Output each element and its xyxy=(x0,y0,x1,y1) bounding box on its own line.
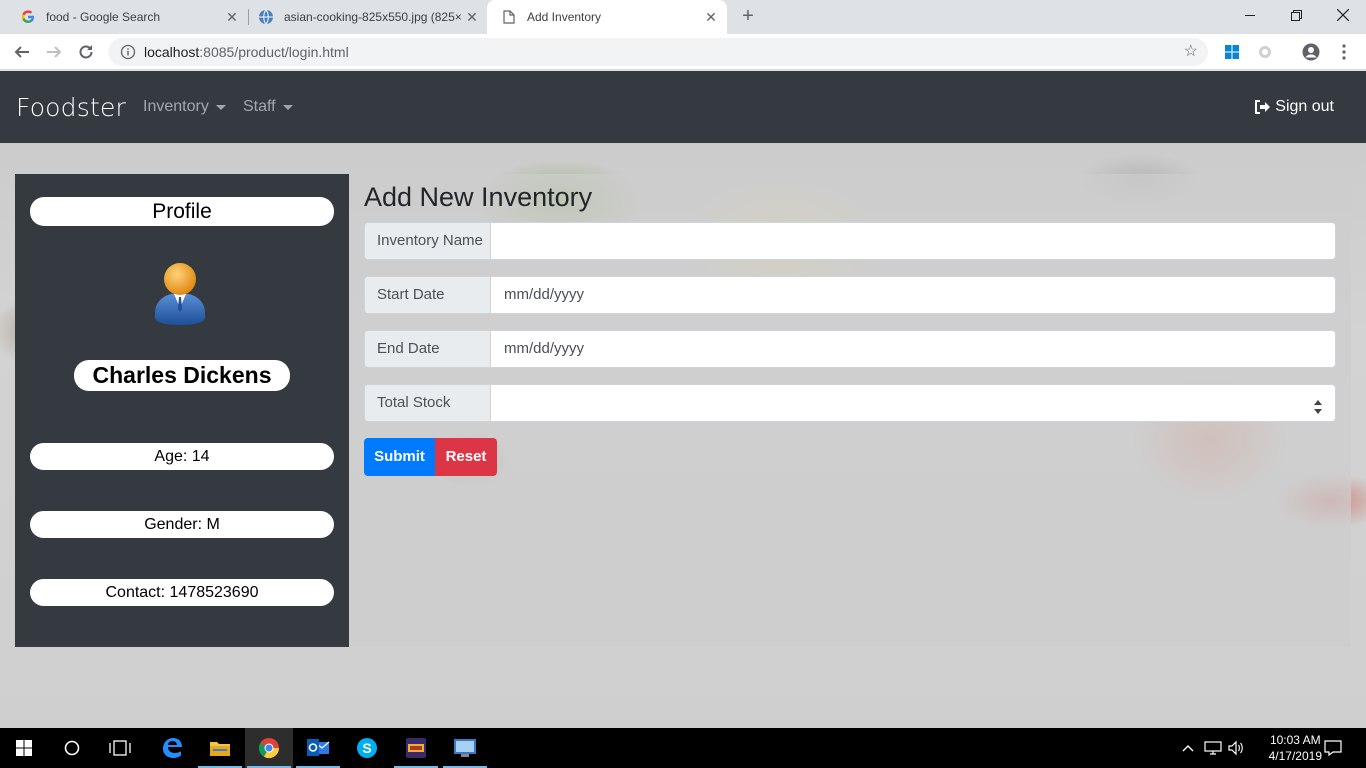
close-window-icon[interactable] xyxy=(1320,0,1366,30)
search-circle-icon[interactable] xyxy=(48,728,96,768)
reload-icon[interactable] xyxy=(74,40,98,64)
network-tray-icon[interactable] xyxy=(1203,728,1223,768)
page-content: Foodster Inventory Staff Sign out Profil… xyxy=(0,71,1366,728)
file-explorer-icon[interactable] xyxy=(196,728,244,768)
windows-start-icon[interactable] xyxy=(0,728,48,768)
top-navbar: Foodster Inventory Staff Sign out xyxy=(0,71,1366,143)
system-clock[interactable]: 10:03 AM 4/17/2019 xyxy=(1269,732,1322,764)
profile-title: Profile xyxy=(30,197,334,226)
profile-account-icon[interactable] xyxy=(1301,42,1321,62)
inventory-name-label: Inventory Name xyxy=(364,222,490,260)
number-spinner-icon[interactable] xyxy=(1313,394,1323,414)
sign-out-label: Sign out xyxy=(1275,98,1334,115)
url-path: :8085/product/login.html xyxy=(199,44,349,60)
tray-chevron-up-icon[interactable] xyxy=(1180,728,1196,768)
inventory-name-input[interactable] xyxy=(490,222,1336,260)
tab-add-inventory[interactable]: Add Inventory ✕ xyxy=(487,0,727,34)
caret-down-icon xyxy=(215,105,226,110)
close-tab-icon[interactable]: ✕ xyxy=(703,9,719,25)
google-g-icon xyxy=(20,9,36,25)
bookmark-star-icon[interactable]: ☆ xyxy=(1184,43,1198,61)
end-date-label: End Date xyxy=(364,330,490,368)
end-date-input[interactable]: mm/dd/yyyy xyxy=(490,330,1336,368)
tab-image[interactable]: asian-cooking-825x550.jpg (825× ✕ xyxy=(240,0,488,34)
windows-extension-icon[interactable] xyxy=(1222,42,1242,62)
submit-button[interactable]: Submit xyxy=(364,438,435,476)
game-app-icon[interactable] xyxy=(392,728,440,768)
total-stock-row: Total Stock xyxy=(364,384,1336,422)
extension-circle-icon[interactable] xyxy=(1255,42,1275,62)
tab-title: asian-cooking-825x550.jpg (825× xyxy=(284,10,462,24)
total-stock-label: Total Stock xyxy=(364,384,490,422)
nav-staff-label: Staff xyxy=(243,98,276,115)
forward-icon[interactable] xyxy=(42,40,66,64)
document-icon xyxy=(501,9,517,25)
tab-title: food - Google Search xyxy=(46,10,161,24)
address-bar[interactable]: localhost:8085/product/login.html ☆ xyxy=(108,38,1208,66)
brand-logo[interactable]: Foodster xyxy=(16,93,126,122)
inventory-name-row: Inventory Name xyxy=(364,222,1336,260)
close-tab-icon[interactable]: ✕ xyxy=(224,9,240,25)
browser-toolbar: localhost:8085/product/login.html ☆ xyxy=(0,34,1366,70)
nav-staff-dropdown[interactable]: Staff xyxy=(243,98,293,116)
minimize-icon[interactable] xyxy=(1227,0,1273,30)
menu-kebab-icon[interactable] xyxy=(1334,42,1354,62)
profile-name: Charles Dickens xyxy=(74,360,290,391)
sign-out-link[interactable]: Sign out xyxy=(1254,98,1334,116)
total-stock-input[interactable] xyxy=(490,384,1336,422)
clock-time: 10:03 AM xyxy=(1269,733,1321,747)
start-date-row: Start Date mm/dd/yyyy xyxy=(364,276,1336,314)
user-avatar-icon xyxy=(152,259,208,327)
clock-date: 4/17/2019 xyxy=(1268,749,1322,763)
add-inventory-panel: Add New Inventory Inventory Name Start D… xyxy=(349,174,1351,647)
svg-text:S: S xyxy=(362,740,371,756)
back-icon[interactable] xyxy=(10,40,34,64)
nav-inventory-dropdown[interactable]: Inventory xyxy=(143,98,226,116)
windows-taskbar: S 10:03 AM 4/17/2019 xyxy=(0,728,1366,768)
tab-google-search[interactable]: food - Google Search ✕ xyxy=(0,0,248,34)
volume-icon[interactable] xyxy=(1227,728,1245,768)
nav-inventory-label: Inventory xyxy=(143,98,209,115)
tab-title: Add Inventory xyxy=(527,10,602,24)
restore-icon[interactable] xyxy=(1273,0,1319,30)
task-view-icon[interactable] xyxy=(96,728,144,768)
reset-button[interactable]: Reset xyxy=(435,438,497,476)
end-date-row: End Date mm/dd/yyyy xyxy=(364,330,1336,368)
profile-sidebar: Profile Charles Dickens Age: 14 Gender: … xyxy=(15,174,349,647)
url-host: localhost xyxy=(144,44,200,60)
chrome-browser-icon[interactable] xyxy=(245,728,293,768)
outlook-icon[interactable] xyxy=(294,728,342,768)
start-date-input[interactable]: mm/dd/yyyy xyxy=(490,276,1336,314)
globe-icon xyxy=(258,9,274,25)
new-tab-button[interactable]: + xyxy=(738,6,758,26)
skype-icon[interactable]: S xyxy=(343,728,391,768)
browser-tab-strip: food - Google Search ✕ asian-cooking-825… xyxy=(0,0,1366,34)
info-icon[interactable] xyxy=(120,44,136,60)
profile-gender: Gender: M xyxy=(30,511,334,538)
page-title: Add New Inventory xyxy=(364,182,593,212)
network-app-icon[interactable] xyxy=(441,728,489,768)
caret-down-icon xyxy=(282,105,293,110)
profile-contact: Contact: 1478523690 xyxy=(30,579,334,606)
profile-age: Age: 14 xyxy=(30,443,334,470)
edge-browser-icon[interactable] xyxy=(148,728,196,768)
close-tab-icon[interactable]: ✕ xyxy=(464,9,480,25)
action-center-icon[interactable] xyxy=(1320,728,1346,768)
start-date-label: Start Date xyxy=(364,276,490,314)
sign-out-icon xyxy=(1254,100,1271,114)
